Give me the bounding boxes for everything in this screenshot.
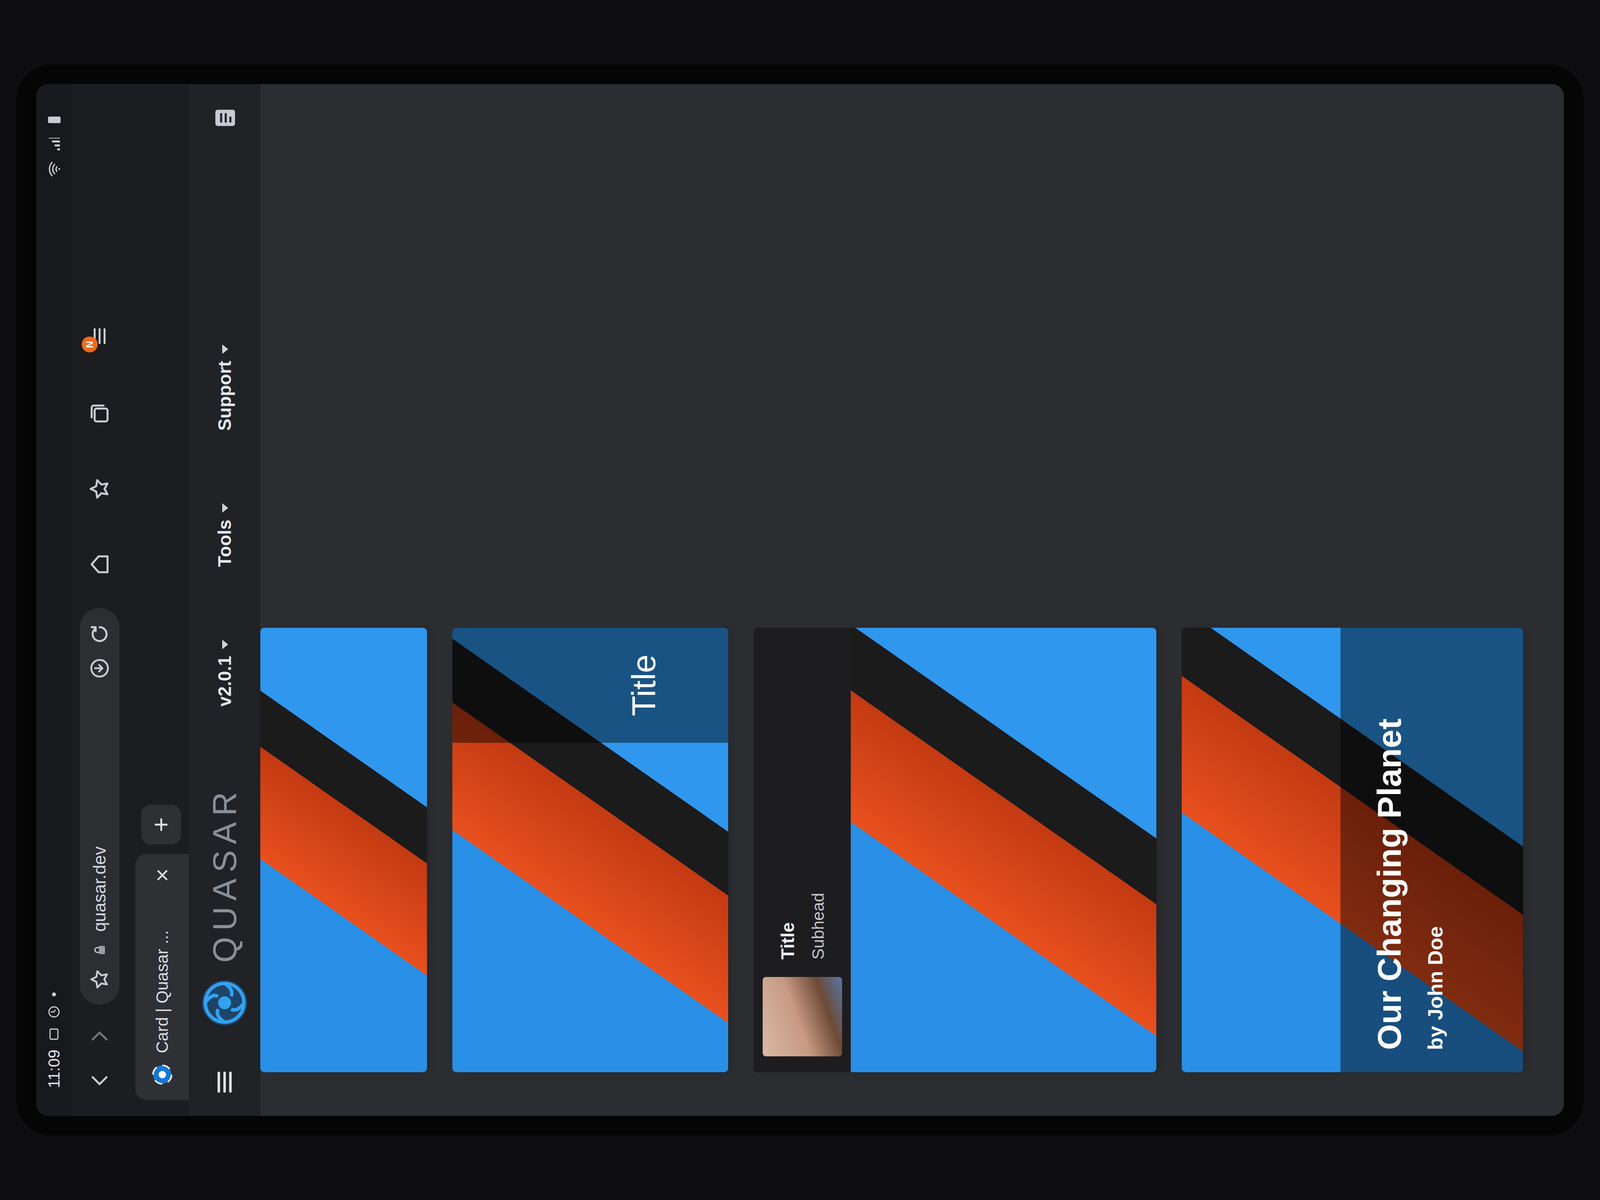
nav-label[interactable]: Support — [211, 360, 239, 431]
browser-menu-button[interactable]: N — [85, 322, 114, 350]
lock-icon — [92, 942, 107, 958]
menu-badge: N — [81, 336, 98, 353]
download-icon[interactable] — [88, 657, 111, 680]
card-photo — [260, 627, 427, 1073]
status-time: 11:09 — [42, 1049, 66, 1089]
nav-dropdown[interactable]: Support — [211, 343, 239, 431]
card-photo: Title — [452, 627, 729, 1073]
url-text[interactable]: quasar.dev — [86, 846, 113, 932]
dropdown-caret-icon[interactable] — [218, 501, 231, 514]
version-label[interactable]: v2.0.1 — [211, 655, 239, 707]
new-tab-button[interactable]: + — [141, 804, 181, 845]
site-logo-text[interactable]: QUASAR — [199, 786, 250, 963]
card-subtitle: Subhead — [805, 892, 831, 960]
card: Our Changing Planetby John Doe — [1181, 627, 1524, 1073]
hamburger-icon[interactable] — [210, 1068, 239, 1097]
tab-label[interactable]: Card | Quasar ... — [149, 892, 175, 1054]
card-list: TitleTitleSubheadOur Changing Planetby J… — [260, 84, 1564, 1116]
bookmark-star-icon[interactable] — [88, 968, 111, 991]
url-field[interactable]: quasar.dev — [79, 607, 120, 1005]
card-caption: Title — [618, 654, 669, 717]
card-item-text: TitleSubhead — [774, 892, 831, 960]
tab-strip: Card | Quasar ... × + — [127, 84, 189, 1116]
card-photo — [850, 627, 1157, 1073]
forward-arrow-icon[interactable] — [87, 1024, 112, 1049]
battery-icon — [46, 111, 62, 128]
wifi-icon — [46, 161, 62, 177]
card-subtitle: by John Doe — [1419, 650, 1451, 1050]
tablet-device: 11:09quasar.devNCard | Quasar ...×+QUASA… — [16, 64, 1584, 1136]
address-bar: quasar.dev N — [71, 84, 128, 1116]
status-dot — [51, 992, 56, 997]
card — [260, 627, 427, 1073]
card: Title — [452, 627, 729, 1073]
dropdown-caret-icon[interactable] — [218, 343, 231, 356]
clock-icon — [47, 1005, 61, 1019]
reload-icon[interactable] — [87, 622, 112, 647]
notification-icon — [47, 1027, 61, 1041]
card-caption-overlay: Our Changing Planetby John Doe — [1340, 627, 1524, 1073]
back-arrow-icon[interactable] — [87, 1068, 112, 1093]
card: TitleSubhead — [753, 627, 1157, 1073]
screen: 11:09quasar.devNCard | Quasar ...×+QUASA… — [36, 84, 1564, 1116]
document-icon[interactable] — [210, 103, 239, 132]
card-title: Our Changing Planet — [1364, 650, 1415, 1050]
tabs-icon[interactable] — [87, 401, 112, 426]
card-photo: Our Changing Planetby John Doe — [1181, 627, 1524, 1073]
signal-icon — [46, 136, 62, 153]
avatar-photo — [762, 976, 843, 1057]
nav-dropdown[interactable]: Tools — [211, 501, 239, 567]
card-item-header: TitleSubhead — [753, 627, 851, 1073]
tab-close-button[interactable]: × — [150, 868, 175, 883]
quasar-logo-icon[interactable] — [198, 976, 251, 1029]
status-bar: 11:09 — [36, 84, 72, 1116]
favorites-icon[interactable] — [87, 476, 112, 501]
version-dropdown[interactable]: v2.0.1 — [211, 638, 239, 707]
browser-tab[interactable]: Card | Quasar ... × — [135, 853, 189, 1100]
site-header: QUASAR v2.0.1 Tools Support — [188, 84, 261, 1116]
card-title: Title — [774, 892, 802, 960]
card-caption-overlay: Title — [452, 627, 729, 743]
home-icon[interactable] — [87, 552, 112, 577]
quasar-favicon-icon — [151, 1063, 174, 1086]
dropdown-caret-icon[interactable] — [218, 638, 231, 651]
nav-label[interactable]: Tools — [211, 519, 239, 567]
